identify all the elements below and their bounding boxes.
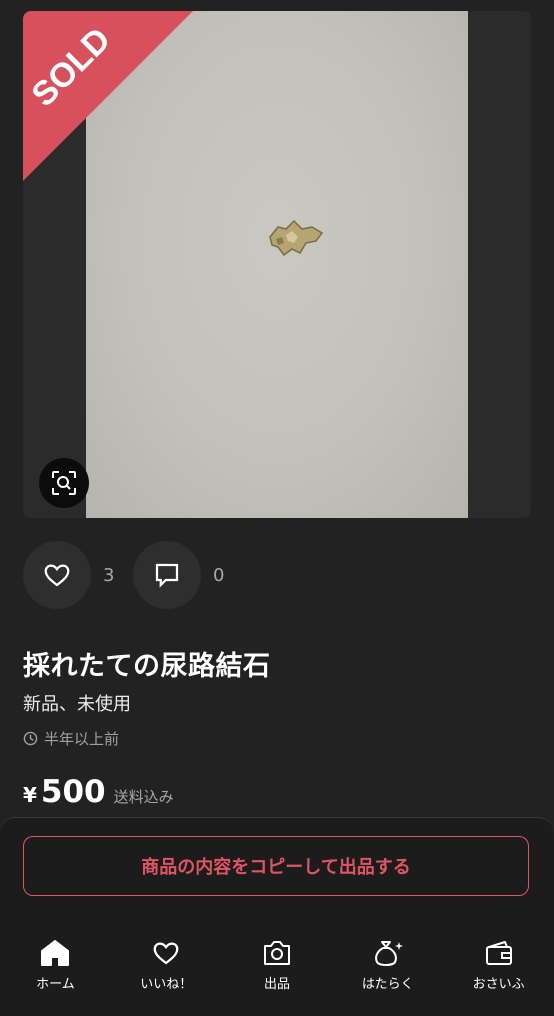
heart-icon (153, 942, 179, 965)
like-button[interactable] (23, 541, 91, 609)
zoom-scan-icon (52, 471, 76, 495)
tab-wallet[interactable]: おさいふ (443, 938, 554, 1006)
tab-likes-label: いいね！ (140, 977, 193, 992)
posted-time: 半年以上前 (23, 728, 119, 749)
home-icon (41, 940, 70, 966)
item-condition: 新品、未使用 (23, 694, 131, 715)
comment-icon (155, 563, 179, 588)
copy-and-list-button[interactable]: 商品の内容をコピーして出品する (23, 836, 529, 896)
tab-home-label: ホーム (36, 977, 75, 992)
item-price: ¥ 500 送料込み (23, 774, 174, 810)
clock-icon (23, 731, 38, 746)
kidney-stone-image (269, 219, 324, 257)
item-title: 採れたての尿路結石 (23, 651, 271, 682)
tab-bar: ホーム いいね！ 出品 はたらく おさいふ (0, 938, 554, 1006)
zoom-button[interactable] (39, 458, 89, 508)
heart-icon (44, 564, 70, 587)
tab-sell[interactable]: 出品 (222, 938, 333, 1006)
tab-home[interactable]: ホーム (0, 938, 111, 1006)
tab-wallet-label: おさいふ (472, 977, 525, 992)
comment-button[interactable] (133, 541, 201, 609)
tab-sell-label: 出品 (263, 977, 290, 992)
currency-symbol: ¥ (23, 783, 37, 807)
posted-time-label: 半年以上前 (44, 730, 120, 748)
tab-work-label: はたらく (361, 977, 414, 992)
camera-icon (263, 941, 290, 965)
item-actions: 3 0 (23, 541, 243, 609)
like-count: 3 (103, 564, 115, 586)
shipping-label: 送料込み (113, 788, 174, 806)
tab-likes[interactable]: いいね！ (111, 938, 222, 1006)
money-bag-icon (374, 941, 403, 966)
item-photo-frame[interactable]: SOLD (23, 11, 531, 518)
tab-work[interactable]: はたらく (332, 938, 443, 1006)
price-amount: 500 (40, 774, 106, 810)
comment-count: 0 (213, 564, 225, 586)
sold-banner: SOLD (23, 11, 193, 181)
wallet-icon (485, 941, 512, 965)
bottom-panel: 商品の内容をコピーして出品する ホーム いいね！ 出品 はたらく おさいふ (0, 817, 554, 1016)
